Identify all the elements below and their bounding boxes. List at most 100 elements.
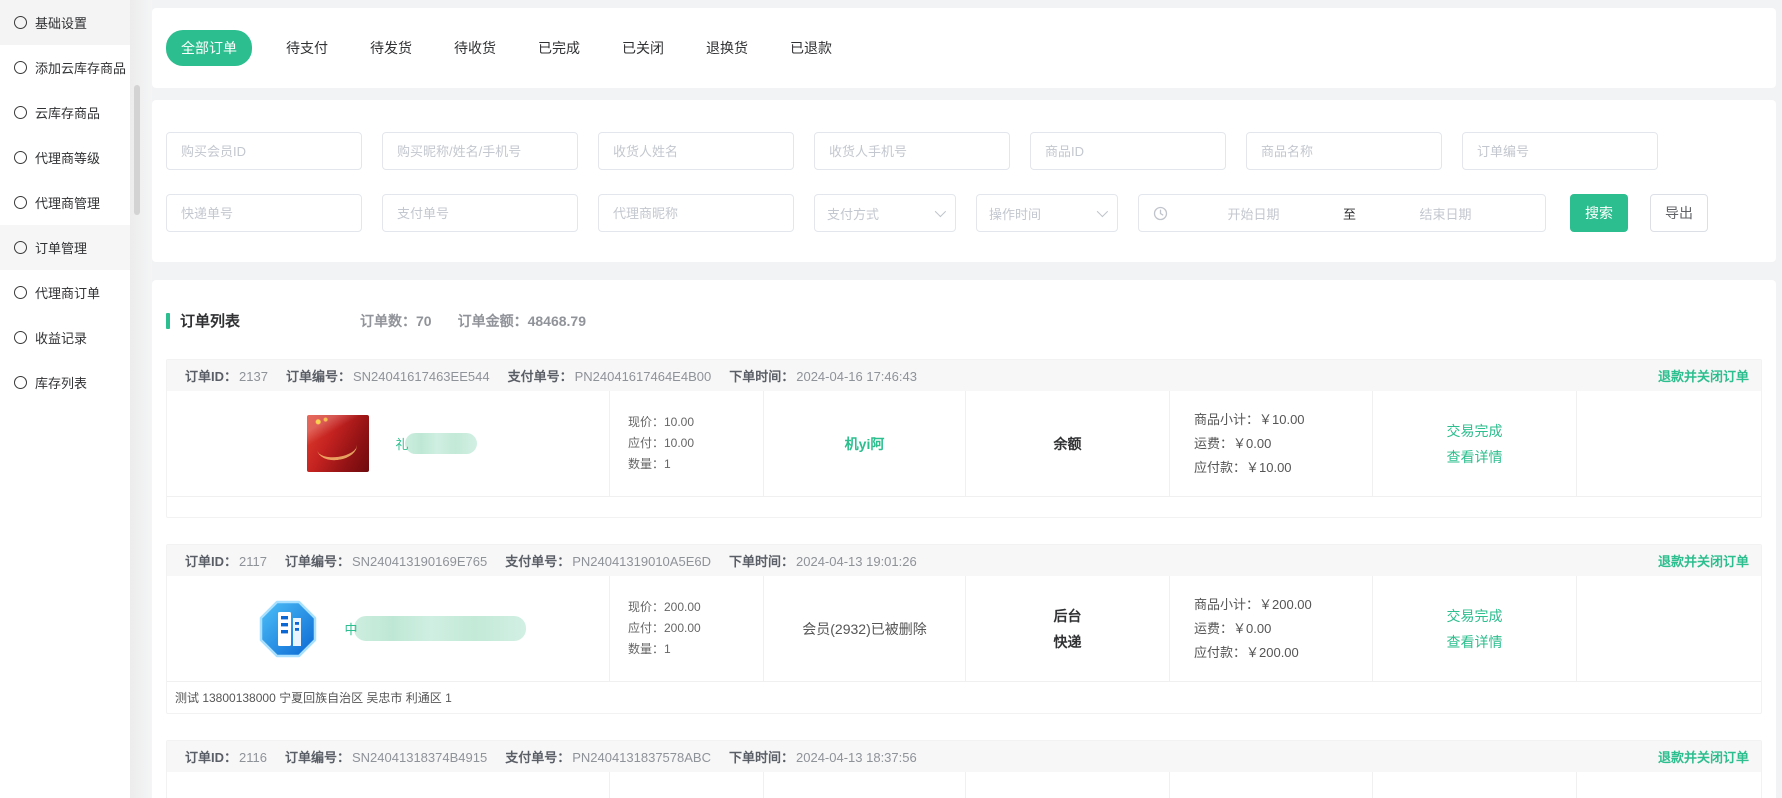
sidebar-item-label: 云库存商品: [35, 103, 100, 122]
tab-pending-payment[interactable]: 待支付: [286, 38, 328, 58]
redacted-text-blob: [405, 433, 477, 454]
clock-icon: [1153, 206, 1168, 221]
view-details-link[interactable]: 查看详情: [1447, 449, 1503, 465]
order-id: 订单ID：2117: [185, 551, 267, 570]
sidebar-item-order-management[interactable]: 订单管理: [0, 225, 130, 270]
payment-number: 支付单号：PN2404131837578ABC: [505, 747, 711, 766]
sidebar-scrollbar-thumb[interactable]: [134, 85, 140, 215]
consignee-phone-input[interactable]: [814, 132, 1010, 170]
sidebar-item-cloud-stock-products[interactable]: 云库存商品: [0, 90, 130, 135]
start-date-placeholder: 开始日期: [1168, 204, 1339, 223]
price-cell: [610, 772, 764, 798]
sidebar-item-stock-list[interactable]: 库存列表: [0, 360, 130, 405]
sidebar-item-add-cloud-stock-product[interactable]: 添加云库存商品: [0, 45, 130, 90]
product-cell: [167, 772, 610, 798]
refund-close-order-link[interactable]: 退款并关闭订单: [1658, 551, 1749, 570]
sidebar-item-label: 收益记录: [35, 328, 87, 347]
refund-close-order-link[interactable]: 退款并关闭订单: [1658, 747, 1749, 766]
date-range-picker[interactable]: 开始日期 至 结束日期: [1138, 194, 1546, 232]
buyer-cell: 机yi阿: [764, 391, 966, 496]
circle-icon: [14, 196, 27, 209]
product-name-input[interactable]: [1246, 132, 1442, 170]
buyer-nickname-input[interactable]: [382, 132, 578, 170]
payment-number: 支付单号：PN24041319010A5E6D: [505, 551, 711, 570]
payment-number-input[interactable]: [382, 194, 578, 232]
refund-close-order-link[interactable]: 退款并关闭订单: [1658, 366, 1749, 385]
buyer-member-id-input[interactable]: [166, 132, 362, 170]
tab-pending-receipt[interactable]: 待收货: [454, 38, 496, 58]
chevron-down-icon: [935, 206, 946, 217]
product-cell: 中: [167, 576, 610, 681]
product-image: [307, 415, 369, 472]
order-list-card: 订单列表 订单数：70 订单金额：48468.79 订单ID：2137 订单编号…: [152, 280, 1776, 798]
buyer-cell: [764, 772, 966, 798]
order-management-page: 基础设置 添加云库存商品 云库存商品 代理商等级 代理商管理 订单管理 代理商订…: [0, 0, 1782, 798]
circle-icon: [14, 286, 27, 299]
circle-icon: [14, 61, 27, 74]
pay-method-cell: [966, 772, 1170, 798]
order-block: 订单ID：2137 订单编号：SN24041617463EE544 支付单号：P…: [166, 359, 1762, 518]
status-cell: 交易完成 查看详情: [1373, 391, 1577, 496]
blue-building-icon: [258, 599, 318, 659]
payment-method-select[interactable]: 支付方式: [814, 194, 956, 232]
view-details-link[interactable]: 查看详情: [1447, 634, 1503, 650]
order-body: 中 现价：200.00 应付：200.00 数量：1 会员(2932)已被删除 …: [167, 576, 1761, 681]
buyer-cell: 会员(2932)已被删除: [764, 576, 966, 681]
order-status: 交易完成: [1447, 418, 1503, 444]
sidebar-item-earnings-records[interactable]: 收益记录: [0, 315, 130, 360]
order-list-header: 订单列表 订单数：70 订单金额：48468.79: [166, 310, 1762, 331]
tab-returns-exchanges[interactable]: 退换货: [706, 38, 748, 58]
payment-number: 支付单号：PN24041617464E4B00: [508, 366, 712, 385]
sidebar-item-agent-levels[interactable]: 代理商等级: [0, 135, 130, 180]
order-id: 订单ID：2137: [185, 366, 268, 385]
tab-closed[interactable]: 已关闭: [622, 38, 664, 58]
pay-method-cell: 后台 快递: [966, 576, 1170, 681]
tracking-number-input[interactable]: [166, 194, 362, 232]
order-number-input[interactable]: [1462, 132, 1658, 170]
order-amount: 订单金额：48468.79: [458, 311, 586, 331]
title-accent-bar: [166, 313, 170, 329]
list-title: 订单列表: [180, 310, 240, 331]
circle-icon: [14, 16, 27, 29]
status-cell: 交易完成 查看详情: [1373, 576, 1577, 681]
operation-time-select[interactable]: 操作时间: [976, 194, 1118, 232]
sidebar-item-agent-management[interactable]: 代理商管理: [0, 180, 130, 225]
sidebar-item-label: 代理商等级: [35, 148, 100, 167]
sidebar-item-label: 基础设置: [35, 13, 87, 32]
consignee-name-input[interactable]: [598, 132, 794, 170]
product-cell: 礼: [167, 391, 610, 496]
amount-cell: 商品小计：￥200.00 运费：￥0.00 应付款：￥200.00: [1170, 576, 1373, 681]
chevron-down-icon: [1097, 206, 1108, 217]
order-number: 订单编号：SN24041318374B4915: [285, 747, 487, 766]
buyer-nickname: 机yi阿: [845, 434, 885, 454]
tab-all-orders[interactable]: 全部订单: [166, 30, 252, 66]
tab-refunded[interactable]: 已退款: [790, 38, 832, 58]
price-cell: 现价：10.00 应付：10.00 数量：1: [610, 391, 764, 496]
status-cell: [1373, 772, 1577, 798]
export-button[interactable]: 导出: [1650, 194, 1708, 232]
end-date-placeholder: 结束日期: [1360, 204, 1531, 223]
order-block: 订单ID：2117 订单编号：SN240413190169E765 支付单号：P…: [166, 544, 1762, 714]
agent-nickname-input[interactable]: [598, 194, 794, 232]
product-name: 礼: [395, 433, 476, 454]
order-time: 下单时间：2024-04-13 18:37:56: [729, 747, 917, 766]
sidebar-item-agent-orders[interactable]: 代理商订单: [0, 270, 130, 315]
order-footer: 测试 13800138000 宁夏回族自治区 吴忠市 利通区 1: [167, 681, 1761, 713]
sidebar-item-label: 库存列表: [35, 373, 87, 392]
sidebar-item-basic-settings[interactable]: 基础设置: [0, 0, 130, 45]
amount-cell: [1170, 772, 1373, 798]
sidebar: 基础设置 添加云库存商品 云库存商品 代理商等级 代理商管理 订单管理 代理商订…: [0, 0, 130, 798]
tab-pending-shipment[interactable]: 待发货: [370, 38, 412, 58]
order-block: 订单ID：2116 订单编号：SN24041318374B4915 支付单号：P…: [166, 740, 1762, 798]
order-header: 订单ID：2137 订单编号：SN24041617463EE544 支付单号：P…: [167, 360, 1761, 391]
circle-icon: [14, 376, 27, 389]
circle-icon: [14, 241, 27, 254]
product-id-input[interactable]: [1030, 132, 1226, 170]
amount-cell: 商品小计：￥10.00 运费：￥0.00 应付款：￥10.00: [1170, 391, 1373, 496]
date-range-separator: 至: [1339, 204, 1360, 223]
search-button[interactable]: 搜索: [1570, 194, 1628, 232]
tab-completed[interactable]: 已完成: [538, 38, 580, 58]
order-header: 订单ID：2116 订单编号：SN24041318374B4915 支付单号：P…: [167, 741, 1761, 772]
price-cell: 现价：200.00 应付：200.00 数量：1: [610, 576, 764, 681]
order-id: 订单ID：2116: [185, 747, 267, 766]
